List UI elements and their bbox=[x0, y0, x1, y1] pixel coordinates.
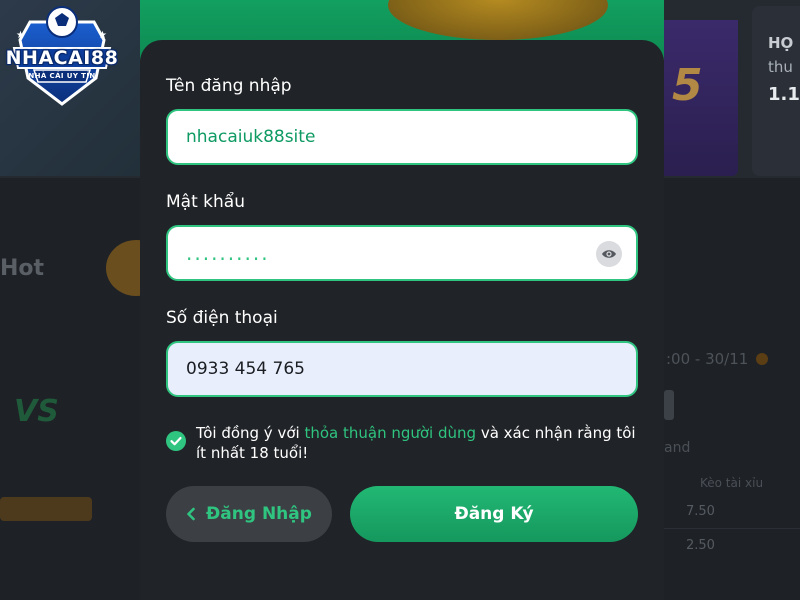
eye-icon[interactable] bbox=[596, 241, 622, 267]
phone-label: Số điện thoại bbox=[166, 308, 278, 328]
promo-card-subtitle: thu bbox=[768, 58, 793, 76]
user-agreement-link[interactable]: thỏa thuận người dùng bbox=[304, 424, 476, 442]
promo-card-value: 1.1 bbox=[768, 84, 800, 105]
promo-card-purple[interactable]: 5 bbox=[664, 20, 738, 176]
check-icon bbox=[170, 436, 182, 446]
agreement-prefix: Tôi đồng ý với bbox=[196, 424, 305, 442]
promo-decoration: 5 bbox=[672, 60, 703, 111]
vs-label: VS bbox=[14, 394, 59, 429]
logo-tagline: NHÀ CÁI UY TÍN bbox=[28, 72, 96, 80]
promo-card-right[interactable]: HỌ thu 1.1 bbox=[752, 6, 800, 176]
username-field-wrapper bbox=[166, 109, 638, 165]
match-date: :00 - 30/11 bbox=[666, 350, 749, 368]
promo-card-title: HỌ bbox=[768, 34, 794, 52]
agreement-checkbox[interactable] bbox=[166, 431, 186, 451]
register-button[interactable]: Đăng Ký bbox=[350, 486, 638, 542]
match-tag[interactable] bbox=[0, 497, 92, 521]
username-label: Tên đăng nhập bbox=[166, 76, 292, 96]
agreement-text: Tôi đồng ý với thỏa thuận người dùng và … bbox=[196, 423, 636, 463]
hot-section-title: Hot bbox=[0, 256, 45, 281]
svg-text:★: ★ bbox=[98, 30, 107, 41]
username-input[interactable] bbox=[186, 127, 618, 147]
svg-text:★: ★ bbox=[16, 30, 25, 41]
password-field-wrapper bbox=[166, 225, 638, 281]
odds-header: Kèo tài xỉu bbox=[700, 476, 764, 490]
phone-input[interactable] bbox=[186, 359, 618, 379]
register-form: Tên đăng nhập Mật khẩu Số điện thoại Tôi… bbox=[140, 40, 664, 600]
phone-field-wrapper bbox=[166, 341, 638, 397]
login-button-label: Đăng Nhập bbox=[206, 504, 312, 524]
password-input[interactable] bbox=[186, 241, 618, 265]
login-button[interactable]: Đăng Nhập bbox=[166, 486, 332, 542]
password-label: Mật khẩu bbox=[166, 192, 245, 212]
eye-icon-svg bbox=[602, 250, 616, 258]
divider bbox=[664, 528, 800, 529]
team-name: and bbox=[664, 440, 691, 456]
chevron-left-icon bbox=[187, 507, 195, 521]
odds-value[interactable]: 2.50 bbox=[686, 538, 715, 553]
register-button-label: Đăng Ký bbox=[454, 504, 534, 524]
match-tag-secondary bbox=[0, 534, 92, 554]
brand-logo[interactable]: ★ ★ NHACAI88 NHÀ CÁI UY TÍN bbox=[0, 0, 124, 112]
logo-wordmark: NHACAI88 bbox=[5, 47, 119, 69]
team-logo bbox=[664, 390, 674, 420]
odds-value[interactable]: 7.50 bbox=[686, 504, 715, 519]
status-dot-icon bbox=[756, 353, 768, 365]
agreement-row: Tôi đồng ý với thỏa thuận người dùng và … bbox=[166, 423, 638, 467]
